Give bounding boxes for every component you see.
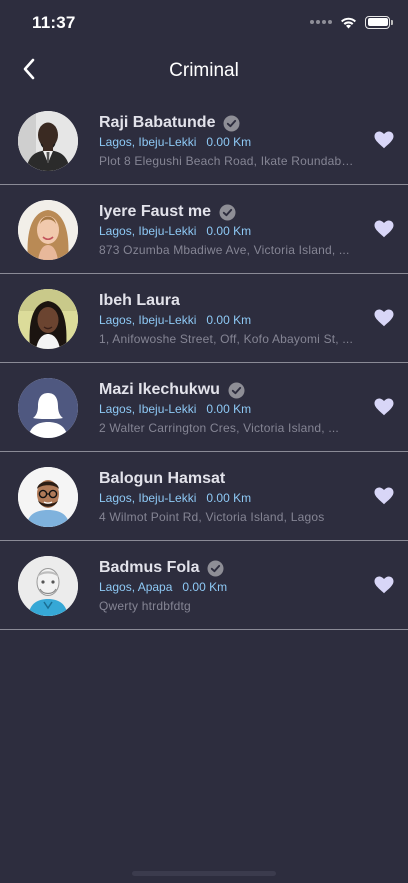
woman-blonde-photo-icon (18, 200, 78, 260)
heart-icon (374, 220, 394, 238)
verified-check-icon (228, 382, 245, 398)
list-item[interactable]: Ibeh Laura Lagos, Ibeju-Lekki 0.00 Km 1, … (0, 274, 408, 363)
distance-label: 0.00 Km (182, 580, 228, 594)
man-illustration-photo-icon (18, 556, 78, 616)
name-line: Raji Babatunde (99, 114, 240, 132)
favorite-button[interactable] (374, 487, 394, 505)
address-label: 4 Wilmot Point Rd, Victoria Island, Lago… (99, 510, 325, 524)
name-line: Balogun Hamsat (99, 470, 225, 488)
distance-label: 0.00 Km (206, 313, 252, 327)
person-name: Badmus Fola (99, 559, 200, 576)
distance-label: 0.00 Km (206, 491, 252, 505)
name-line: Iyere Faust me (99, 203, 236, 221)
location-label: Lagos, Ibeju-Lekki (99, 402, 197, 416)
distance-label: 0.00 Km (206, 224, 252, 238)
list-item[interactable]: Mazi Ikechukwu Lagos, Ibeju-Lekki 0.00 Km… (0, 363, 408, 452)
person-name: Iyere Faust me (99, 203, 212, 220)
heart-icon (374, 398, 394, 416)
avatar (18, 556, 78, 616)
address-label: 1, Anifowoshe Street, Off, Kofo Abayomi … (99, 332, 353, 346)
heart-icon (374, 131, 394, 149)
location-label: Lagos, Ibeju-Lekki (99, 135, 197, 149)
address-label: 873 Ozumba Mbadiwe Ave, Victoria Island,… (99, 243, 350, 257)
default-avatar-silhouette-icon (18, 378, 78, 438)
distance-label: 0.00 Km (206, 402, 252, 416)
avatar (18, 289, 78, 349)
location-line: Lagos, Ibeju-Lekki 0.00 Km (99, 402, 251, 416)
avatar (18, 378, 78, 438)
status-icons (310, 14, 393, 30)
list-item[interactable]: Iyere Faust me Lagos, Ibeju-Lekki 0.00 Km… (0, 185, 408, 274)
verified-check-icon (219, 204, 236, 220)
address-label: Plot 8 Elegushi Beach Road, Ikate Rounda… (99, 154, 357, 168)
signal-icon (310, 20, 332, 24)
location-label: Lagos, Ibeju-Lekki (99, 313, 197, 327)
location-line: Lagos, Ibeju-Lekki 0.00 Km (99, 313, 251, 327)
favorite-button[interactable] (374, 131, 394, 149)
location-line: Lagos, Ibeju-Lekki 0.00 Km (99, 491, 251, 505)
status-time: 11:37 (32, 13, 76, 32)
location-line: Lagos, Apapa 0.00 Km (99, 580, 227, 594)
avatar (18, 467, 78, 527)
heart-icon (374, 487, 394, 505)
location-label: Lagos, Apapa (99, 580, 173, 594)
address-label: 2 Walter Carrington Cres, Victoria Islan… (99, 421, 339, 435)
heart-icon (374, 309, 394, 327)
person-name: Raji Babatunde (99, 114, 216, 131)
list-item[interactable]: Balogun Hamsat Lagos, Ibeju-Lekki 0.00 Km… (0, 452, 408, 541)
location-label: Lagos, Ibeju-Lekki (99, 491, 197, 505)
man-glasses-photo-icon (18, 467, 78, 527)
favorite-button[interactable] (374, 309, 394, 327)
name-line: Badmus Fola (99, 559, 224, 577)
address-label: Qwerty htrdbfdtg (99, 599, 191, 613)
home-indicator (132, 871, 276, 876)
distance-label: 0.00 Km (206, 135, 252, 149)
page-title: Criminal (169, 60, 239, 81)
list-item[interactable]: Raji Babatunde Lagos, Ibeju-Lekki 0.00 Km… (0, 96, 408, 185)
person-name: Balogun Hamsat (99, 470, 226, 487)
avatar (18, 111, 78, 171)
nav-bar: Criminal (0, 46, 408, 96)
list-item[interactable]: Badmus Fola Lagos, Apapa 0.00 Km Qwerty h… (0, 541, 408, 630)
battery-icon (365, 15, 393, 29)
person-name: Ibeh Laura (99, 292, 180, 309)
location-label: Lagos, Ibeju-Lekki (99, 224, 197, 238)
criminal-list: Raji Babatunde Lagos, Ibeju-Lekki 0.00 Km… (0, 96, 408, 630)
wifi-icon (341, 17, 356, 28)
verified-check-icon (223, 115, 240, 131)
status-bar: 11:37 (0, 0, 408, 46)
name-line: Mazi Ikechukwu (99, 381, 245, 399)
person-name: Mazi Ikechukwu (99, 381, 220, 398)
verified-check-icon (207, 560, 224, 576)
favorite-button[interactable] (374, 576, 394, 594)
man-suit-photo-icon (18, 111, 78, 171)
name-line: Ibeh Laura (99, 292, 180, 310)
heart-icon (374, 576, 394, 594)
location-line: Lagos, Ibeju-Lekki 0.00 Km (99, 135, 251, 149)
location-line: Lagos, Ibeju-Lekki 0.00 Km (99, 224, 251, 238)
woman-dark-hair-photo-icon (18, 289, 78, 349)
favorite-button[interactable] (374, 398, 394, 416)
favorite-button[interactable] (374, 220, 394, 238)
avatar (18, 200, 78, 260)
